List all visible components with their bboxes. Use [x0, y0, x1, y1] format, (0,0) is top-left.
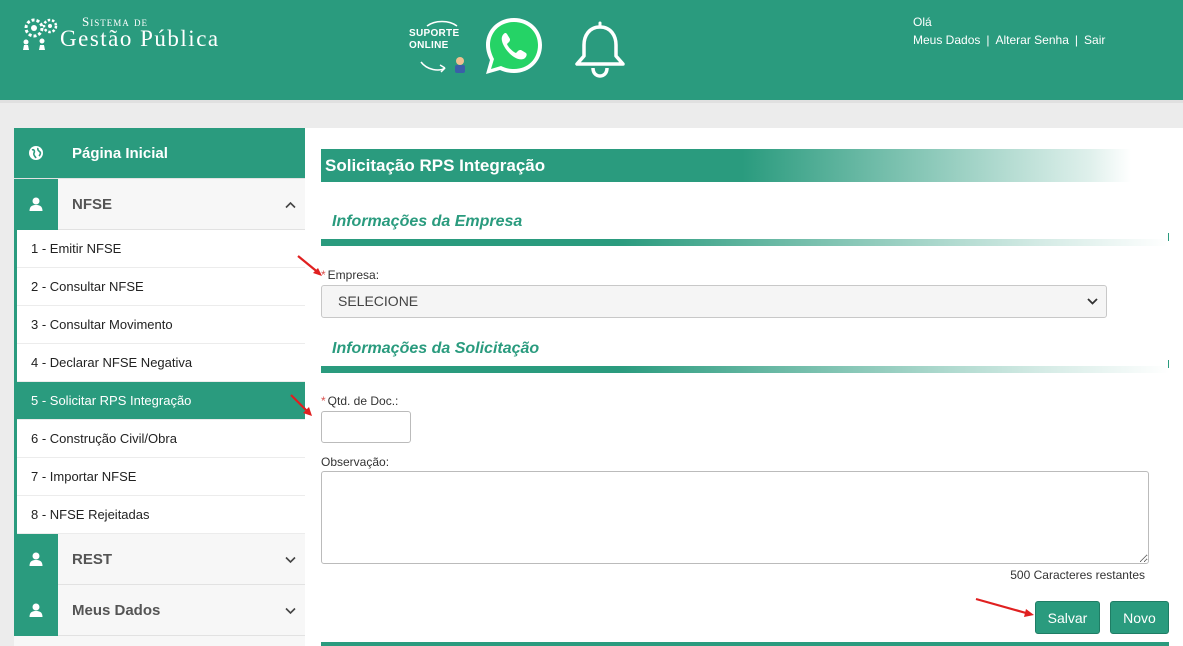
sidebar-item-label: Meus Dados [72, 601, 161, 619]
observacao-textarea[interactable] [321, 471, 1149, 564]
section-divider [321, 233, 1169, 246]
annotation-arrow-icon [290, 394, 312, 416]
empresa-label-text: Empresa: [327, 268, 380, 282]
sidebar-item-nfse[interactable]: NFSE [14, 178, 305, 230]
chevron-down-icon [1087, 286, 1098, 329]
empresa-select[interactable]: SELECIONE [321, 285, 1107, 318]
submenu-item-consultar-nfse[interactable]: 2 - Consultar NFSE [17, 268, 305, 306]
support-line1: SUPORTE [409, 28, 460, 39]
qtd-doc-label-text: Qtd. de Doc.: [327, 394, 399, 408]
chevron-down-icon[interactable] [275, 603, 305, 618]
sair-link[interactable]: Sair [1084, 33, 1105, 47]
header: Sistema de Gestão Pública SUPORTE ONLINE… [0, 0, 1183, 103]
sidebar-item-label: NFSE [72, 195, 113, 213]
annotation-arrow-icon [297, 255, 322, 276]
sidebar-item-label: Página Inicial [72, 144, 168, 162]
whatsapp-icon[interactable] [482, 14, 546, 78]
user-icon [14, 584, 58, 636]
new-button[interactable]: Novo [1110, 601, 1169, 634]
greeting: Olá [913, 15, 932, 29]
empresa-label: * Empresa: [321, 268, 379, 282]
support-online-button[interactable]: SUPORTE ONLINE [405, 18, 473, 74]
separator: | [1074, 33, 1079, 47]
section-title-solicitacao: Informações da Solicitação [332, 340, 540, 357]
logo-title: Gestão Pública [60, 26, 220, 51]
user-icon [14, 533, 58, 585]
globe-icon [14, 128, 58, 179]
user-icon [14, 178, 58, 230]
bottom-divider [321, 642, 1169, 646]
submenu-item-construcao-civil-obra[interactable]: 6 - Construção Civil/Obra [17, 420, 305, 458]
annotation-arrow-icon [975, 597, 1034, 617]
qtd-doc-label: * Qtd. de Doc.: [321, 394, 398, 408]
gears-people-icon [23, 18, 58, 50]
nfse-submenu: 1 - Emitir NFSE 2 - Consultar NFSE 3 - C… [14, 230, 305, 534]
page-title-bar: Solicitação RPS Integração [321, 149, 1131, 182]
empresa-select-value: SELECIONE [338, 293, 419, 309]
user-area: Olá Meus Dados | Alterar Senha | Sair [913, 15, 1105, 47]
save-button[interactable]: Salvar [1035, 601, 1100, 634]
meus-dados-link[interactable]: Meus Dados [913, 33, 980, 47]
section-title-empresa: Informações da Empresa [332, 213, 523, 230]
submenu-item-solicitar-rps-integracao[interactable]: 5 - Solicitar RPS Integração [17, 382, 305, 420]
submenu-item-nfse-rejeitadas[interactable]: 8 - NFSE Rejeitadas [17, 496, 305, 534]
observacao-label: Observação: [321, 455, 390, 469]
submenu-item-importar-nfse[interactable]: 7 - Importar NFSE [17, 458, 305, 496]
sidebar-item-rest[interactable]: REST [14, 533, 305, 585]
logo[interactable]: Sistema de Gestão Pública [20, 12, 290, 56]
sidebar-item-home[interactable]: Página Inicial [14, 128, 305, 179]
char-counter: 500 Caracteres restantes [1010, 568, 1145, 582]
bell-icon[interactable] [572, 18, 628, 78]
chevron-down-icon[interactable] [275, 552, 305, 567]
support-text: SUPORTE ONLINE [409, 28, 459, 52]
submenu-item-consultar-movimento[interactable]: 3 - Consultar Movimento [17, 306, 305, 344]
main-content: Solicitação RPS Integração Informações d… [305, 128, 1183, 646]
required-mark: * [321, 394, 326, 408]
chevron-up-icon[interactable] [275, 197, 305, 212]
sidebar-item-label: REST [72, 550, 113, 568]
submenu-item-emitir-nfse[interactable]: 1 - Emitir NFSE [17, 230, 305, 268]
sidebar: Página Inicial NFSE 1 - Emitir NFSE 2 - … [14, 128, 305, 646]
alterar-senha-link[interactable]: Alterar Senha [996, 33, 1069, 47]
separator: | [986, 33, 990, 47]
submenu-item-declarar-nfse-negativa[interactable]: 4 - Declarar NFSE Negativa [17, 344, 305, 382]
qtd-doc-input[interactable] [321, 411, 411, 443]
section-divider [321, 360, 1169, 373]
support-line2: ONLINE [409, 40, 449, 51]
page-title: Solicitação RPS Integração [325, 156, 546, 175]
user-links: Meus Dados | Alterar Senha | Sair [913, 33, 1105, 47]
sidebar-item-meus-dados[interactable]: Meus Dados [14, 584, 305, 636]
